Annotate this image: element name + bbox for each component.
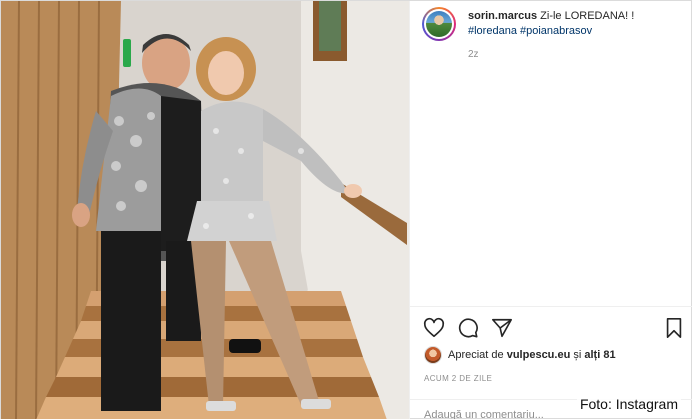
photo-illustration bbox=[1, 1, 409, 419]
action-bar bbox=[422, 316, 686, 340]
caption-text: Zi-le LOREDANA! ! bbox=[540, 10, 635, 22]
instagram-post-embed: sorin.marcus Zi-le LOREDANA! ! #loredana… bbox=[0, 0, 692, 419]
hashtag-link[interactable]: #loredana bbox=[468, 25, 517, 37]
add-comment-input[interactable]: Adaugă un comentariu... bbox=[424, 409, 544, 419]
post-photo[interactable] bbox=[1, 1, 409, 419]
divider bbox=[410, 306, 692, 307]
caption-body: sorin.marcus Zi-le LOREDANA! ! #loredana… bbox=[468, 7, 634, 62]
author-avatar[interactable] bbox=[422, 7, 456, 41]
post-sidebar: sorin.marcus Zi-le LOREDANA! ! #loredana… bbox=[409, 1, 692, 419]
comment-button[interactable] bbox=[456, 316, 480, 340]
comment-time[interactable]: 2z bbox=[468, 47, 634, 62]
share-button[interactable] bbox=[490, 316, 514, 340]
author-username[interactable]: sorin.marcus bbox=[468, 10, 537, 22]
liker-username[interactable]: vulpescu.eu bbox=[507, 349, 571, 361]
likes-middle: și bbox=[573, 349, 582, 361]
likes-others[interactable]: alți 81 bbox=[584, 349, 615, 361]
bookmark-icon bbox=[666, 318, 682, 338]
like-button[interactable] bbox=[422, 316, 446, 340]
likes-summary: Apreciat de vulpescu.eu și alți 81 bbox=[424, 346, 616, 364]
share-icon bbox=[492, 318, 512, 338]
caption-comment: sorin.marcus Zi-le LOREDANA! ! #loredana… bbox=[422, 7, 684, 62]
save-button[interactable] bbox=[662, 316, 686, 340]
hashtag-link[interactable]: #poianabrasov bbox=[520, 25, 592, 37]
photo-credit: Foto: Instagram bbox=[576, 395, 681, 413]
comment-icon bbox=[458, 318, 478, 338]
heart-icon bbox=[423, 317, 445, 338]
likes-prefix: Apreciat de bbox=[448, 349, 504, 361]
liker-avatar[interactable] bbox=[424, 346, 442, 364]
post-timestamp[interactable]: ACUM 2 DE ZILE bbox=[424, 374, 492, 383]
